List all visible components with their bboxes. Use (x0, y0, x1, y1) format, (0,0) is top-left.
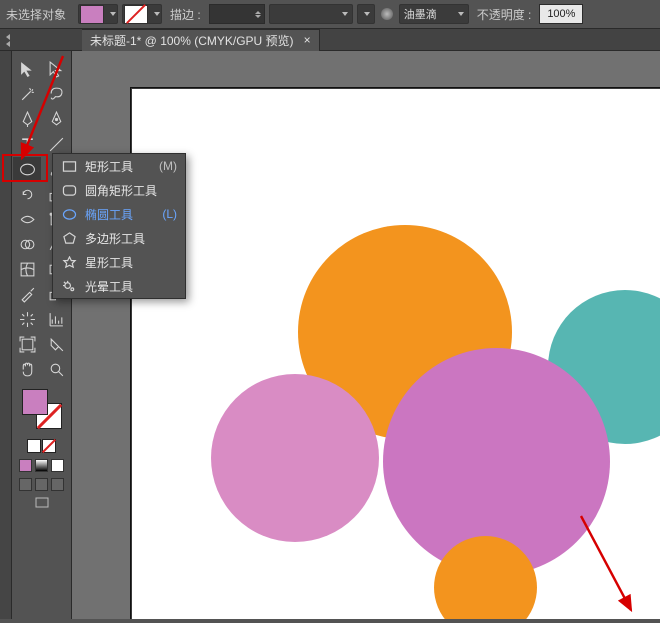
annotation-arrow (575, 510, 645, 623)
fill-color-icon[interactable] (22, 389, 48, 415)
menu-label: 椭圆工具 (85, 206, 133, 223)
star-tool-item[interactable]: 星形工具 (53, 250, 185, 274)
selection-status: 未选择对象 (6, 6, 66, 23)
panel-collapse-icon[interactable] (6, 33, 20, 47)
draw-inside-icon[interactable] (51, 478, 64, 491)
menu-shortcut: (M) (159, 159, 177, 173)
flare-tool-item[interactable]: 光晕工具 (53, 274, 185, 298)
graph-tool[interactable] (42, 307, 70, 331)
stroke-none-icon (124, 5, 148, 24)
options-bar: 未选择对象 描边 : 油墨滴 不透明度 : 100% (0, 0, 660, 29)
gradient-mode-icon[interactable] (35, 459, 48, 472)
stroke-label: 描边 : (170, 6, 201, 23)
zoom-tool[interactable] (42, 357, 70, 381)
stroke-weight-input[interactable] (209, 4, 265, 24)
color-defaults-row (27, 439, 56, 453)
style-dot-icon (381, 8, 393, 20)
shape-tool-flyout: 矩形工具 (M) 圆角矩形工具 椭圆工具 (L) 多边形工具 星形工具 光晕工具 (52, 153, 186, 299)
color-mode-icon[interactable] (19, 459, 32, 472)
canvas-shape[interactable] (211, 374, 379, 542)
mesh-tool[interactable] (13, 257, 41, 281)
fill-swatch-dropdown[interactable] (78, 4, 118, 24)
draw-normal-icon[interactable] (19, 478, 32, 491)
screen-mode-row[interactable] (35, 497, 49, 509)
document-tabstrip: 未标题-1* @ 100% (CMYK/GPU 预览) × (0, 29, 660, 51)
close-icon[interactable]: × (304, 33, 311, 47)
draw-mode-row (19, 478, 64, 491)
stroke-swatch-dropdown[interactable] (122, 4, 162, 24)
brush-def-dropdown[interactable] (357, 4, 375, 24)
document-title: 未标题-1* @ 100% (CMYK/GPU 预览) (90, 32, 294, 49)
menu-label: 星形工具 (85, 254, 133, 271)
artboard-tool[interactable] (13, 332, 41, 356)
draw-behind-icon[interactable] (35, 478, 48, 491)
default-fill-icon[interactable] (27, 439, 41, 453)
shape-builder-tool[interactable] (13, 232, 41, 256)
slice-tool[interactable] (42, 332, 70, 356)
hand-tool[interactable] (13, 357, 41, 381)
fill-stroke-panel[interactable] (22, 389, 62, 429)
polygon-tool-item[interactable]: 多边形工具 (53, 226, 185, 250)
opacity-label: 不透明度 : (477, 6, 532, 23)
menu-label: 圆角矩形工具 (85, 182, 157, 199)
none-swatch-icon[interactable] (42, 439, 56, 453)
width-tool[interactable] (13, 207, 41, 231)
rectangle-tool-item[interactable]: 矩形工具 (M) (53, 154, 185, 178)
symbol-tool[interactable] (13, 307, 41, 331)
flare-icon (61, 279, 77, 293)
profile-dropdown[interactable] (269, 4, 353, 24)
brush-name: 油墨滴 (404, 6, 452, 22)
menu-label: 多边形工具 (85, 230, 145, 247)
polygon-icon (61, 231, 77, 245)
canvas-area[interactable] (72, 51, 660, 619)
opacity-input[interactable]: 100% (539, 4, 583, 24)
fill-swatch-icon (80, 5, 104, 24)
ellipse-icon (61, 207, 77, 221)
eyedropper-tool[interactable] (13, 282, 41, 306)
rotate-tool[interactable] (13, 182, 41, 206)
star-icon (61, 255, 77, 269)
document-tab[interactable]: 未标题-1* @ 100% (CMYK/GPU 预览) × (82, 29, 320, 51)
color-mode-row (19, 459, 64, 472)
brush-dropdown[interactable]: 油墨滴 (399, 4, 469, 24)
menu-label: 光晕工具 (85, 278, 133, 295)
panel-gutter (0, 51, 12, 619)
none-mode-icon[interactable] (51, 459, 64, 472)
ellipse-tool-item[interactable]: 椭圆工具 (L) (53, 202, 185, 226)
rounded-rectangle-icon (61, 183, 77, 197)
rounded-rectangle-tool-item[interactable]: 圆角矩形工具 (53, 178, 185, 202)
annotation-arrow (18, 54, 68, 167)
opacity-value: 100% (547, 8, 575, 20)
menu-label: 矩形工具 (85, 158, 133, 175)
menu-shortcut: (L) (162, 207, 177, 221)
